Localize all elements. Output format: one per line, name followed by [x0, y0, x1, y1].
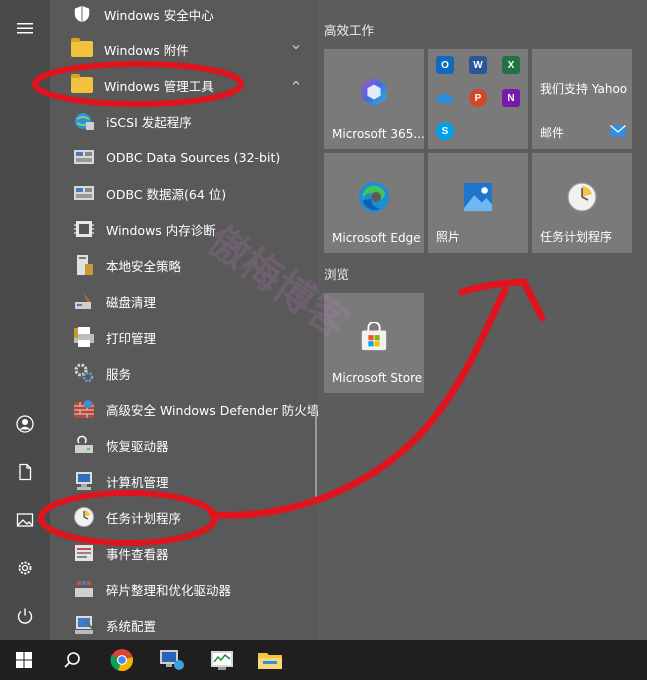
app-item-windows-security[interactable]: Windows 安全中心 [50, 0, 318, 32]
app-item-task-scheduler[interactable]: 任务计划程序 [50, 499, 318, 535]
tile-sublabel: 邮件 [540, 126, 565, 140]
app-item-print-management[interactable]: 打印管理 [50, 319, 318, 355]
app-item-label: 事件查看器 [106, 546, 169, 562]
app-item-label: Windows 内存诊断 [106, 222, 216, 238]
start-left-rail [0, 0, 50, 640]
app-list: Windows 安全中心 Windows 附件 Windows 管理工具 iSC… [50, 0, 320, 643]
app-item-label: 碎片整理和优化驱动器 [106, 582, 232, 598]
tile-label: 任务计划程序 [540, 230, 613, 244]
tile-label: Microsoft Store [332, 371, 423, 385]
settings-icon[interactable] [0, 544, 50, 592]
shield-icon [70, 2, 94, 26]
app-list-scrollbar[interactable] [315, 408, 317, 498]
hamburger-menu-icon[interactable] [0, 4, 50, 52]
chrome-icon[interactable] [98, 640, 146, 680]
folder-icon [70, 37, 94, 61]
store-icon [359, 321, 389, 356]
app-item-label: 服务 [106, 366, 132, 382]
defrag-icon [72, 577, 96, 601]
event-viewer-icon [72, 541, 96, 565]
app-item-label: 计算机管理 [106, 474, 169, 490]
photos-icon [463, 182, 493, 216]
pictures-icon[interactable] [0, 496, 50, 544]
user-icon[interactable] [0, 400, 50, 448]
computer-management-icon [72, 469, 96, 493]
disk-cleanup-icon [72, 289, 96, 313]
services-gear-icon [72, 361, 96, 385]
edge-icon [357, 180, 391, 218]
app-item-label: 打印管理 [106, 330, 157, 346]
app-item-recovery-drive[interactable]: 恢复驱动器 [50, 427, 318, 463]
app-item-label: 高级安全 Windows Defender 防火墙 [106, 402, 320, 418]
app-item-label: ODBC 数据源(64 位) [106, 186, 227, 202]
app-item-iscsi[interactable]: iSCSI 发起程序 [50, 103, 318, 139]
app-item-label: 磁盘清理 [106, 294, 157, 310]
word-icon[interactable]: W [469, 56, 487, 74]
odbc-icon [72, 181, 96, 205]
memory-chip-icon [72, 217, 96, 241]
system-monitor-icon[interactable] [198, 640, 246, 680]
remote-desktop-icon[interactable] [148, 640, 196, 680]
app-item-computer-management[interactable]: 计算机管理 [50, 463, 318, 499]
tile-microsoft-edge[interactable]: Microsoft Edge [324, 153, 424, 253]
app-item-services[interactable]: 服务 [50, 355, 318, 391]
start-button[interactable] [0, 640, 48, 680]
microsoft-365-icon [358, 76, 390, 112]
app-item-odbc-64[interactable]: ODBC 数据源(64 位) [50, 175, 318, 211]
mail-icon [610, 122, 626, 141]
app-item-system-configuration[interactable]: 系统配置 [50, 607, 318, 643]
folder-icon [70, 73, 94, 97]
excel-icon[interactable]: X [502, 56, 520, 74]
documents-icon[interactable] [0, 448, 50, 496]
app-item-label: iSCSI 发起程序 [106, 114, 192, 130]
powerpoint-icon[interactable]: P [469, 89, 487, 107]
task-scheduler-clock-icon [72, 505, 96, 529]
taskbar [0, 640, 647, 680]
tile-task-scheduler[interactable]: 任务计划程序 [532, 153, 632, 253]
odbc-icon [72, 145, 96, 169]
app-item-windows-accessories[interactable]: Windows 附件 [50, 31, 318, 67]
tile-label: Microsoft Edge [332, 231, 421, 245]
security-policy-icon [72, 253, 96, 277]
recovery-drive-icon [72, 433, 96, 457]
app-item-label: 系统配置 [106, 618, 157, 634]
file-explorer-icon[interactable] [246, 640, 294, 680]
task-scheduler-clock-icon [566, 181, 598, 217]
search-icon[interactable] [48, 640, 96, 680]
app-item-label: Windows 管理工具 [104, 78, 214, 94]
outlook-icon[interactable]: O [436, 56, 454, 74]
tile-label: 我们支持 Yahoo [540, 82, 628, 96]
app-item-event-viewer[interactable]: 事件查看器 [50, 535, 318, 571]
app-item-label: 恢复驱动器 [106, 438, 169, 454]
power-icon[interactable] [0, 592, 50, 640]
chevron-up-icon[interactable] [292, 79, 300, 87]
tile-photos[interactable]: 照片 [428, 153, 528, 253]
tile-group-title: 高效工作 [324, 23, 375, 38]
system-config-icon [72, 613, 96, 637]
app-item-label: ODBC Data Sources (32-bit) [106, 149, 281, 165]
tile-office-apps[interactable]: O W X P N S [428, 49, 528, 149]
app-item-label: 任务计划程序 [106, 510, 182, 526]
chevron-down-icon[interactable] [292, 43, 300, 51]
tile-label: 照片 [436, 230, 461, 244]
app-item-odbc-32[interactable]: ODBC Data Sources (32-bit) [50, 139, 318, 175]
app-item-label: Windows 附件 [104, 42, 189, 58]
iscsi-globe-icon [72, 109, 96, 133]
app-item-defender-firewall[interactable]: 高级安全 Windows Defender 防火墙 [50, 391, 320, 427]
skype-icon[interactable]: S [436, 122, 454, 140]
tile-label: Microsoft 365... [332, 127, 425, 141]
printer-icon [72, 325, 96, 349]
tile-microsoft-365[interactable]: Microsoft 365... [324, 49, 425, 149]
firewall-icon [72, 397, 96, 421]
app-item-windows-admin-tools[interactable]: Windows 管理工具 [50, 67, 318, 103]
onenote-icon[interactable]: N [502, 89, 520, 107]
tiles-panel: 高效工作 Microsoft 365... O W X P N S 我们支持 Y… [318, 0, 647, 640]
app-item-defrag[interactable]: 碎片整理和优化驱动器 [50, 571, 318, 607]
tile-mail[interactable]: 我们支持 Yahoo 邮件 [532, 49, 632, 149]
app-item-label: Windows 安全中心 [104, 7, 214, 23]
onedrive-icon[interactable] [436, 89, 454, 107]
app-item-label: 本地安全策略 [106, 258, 182, 274]
